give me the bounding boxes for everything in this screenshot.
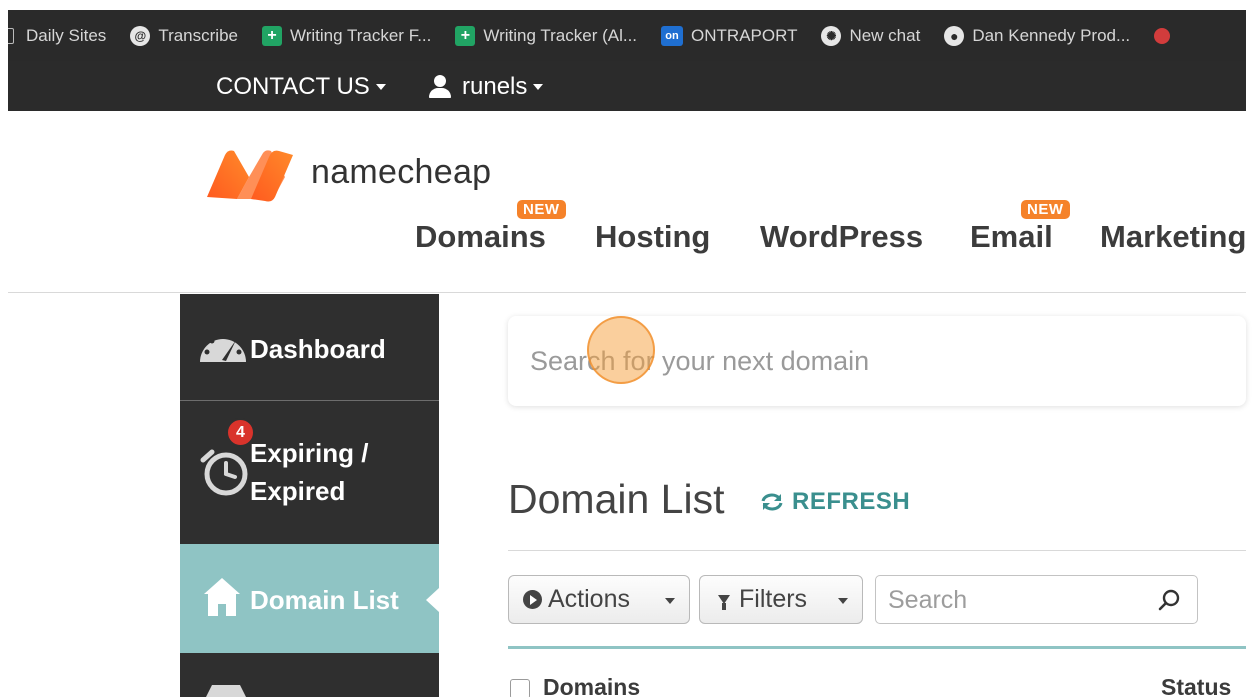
user-label: runels [462,73,528,100]
bookmark-label: Writing Tracker F... [289,25,432,45]
sidebar-item-label: Expired [250,476,346,506]
sidebar-item-label: Expiring / [250,438,369,468]
bookmark-label: ONTRAPORT [691,25,798,45]
bookmark-new-chat[interactable]: ✺ New chat [821,25,921,46]
google-sheets-icon: + [455,25,476,46]
namecheap-logo[interactable]: namecheap [203,147,491,203]
bookmark-label: Writing Tracker (Al... [483,25,638,45]
sidebar: Dashboard 4 Expiring / Expired Domain Li… [180,294,439,697]
site-icon [1154,27,1171,44]
ontraport-icon: on [661,25,684,46]
refresh-label: REFRESH [792,488,911,515]
bookmark-label: Daily Sites [26,25,107,45]
user-icon [428,75,452,99]
table-search-input[interactable] [888,584,1148,616]
bookmark-daily-sites[interactable]: Daily Sites [4,26,106,46]
search-icon[interactable] [1157,588,1181,612]
refresh-icon [761,493,783,511]
select-all-checkbox[interactable] [510,679,530,697]
nav-marketing[interactable]: Marketing [1100,219,1246,255]
dashboard-gauge-icon [200,333,246,362]
account-nav: CONTACT US runels [8,61,1246,111]
sidebar-item-label: Domain List [250,585,399,615]
column-header-status[interactable]: Status [1161,674,1231,697]
nav-wordpress[interactable]: WordPress [760,219,923,255]
google-sheets-icon: + [261,25,282,46]
caret-down-icon [838,598,848,604]
bookmarks-bar: Daily Sites @ Transcribe + Writing Track… [0,10,1246,61]
bookmark-transcribe[interactable]: @ Transcribe [130,25,238,46]
bookmark-writing-tracker-al[interactable]: + Writing Tracker (Al... [455,25,638,46]
globe-icon: ● [944,25,965,46]
click-indicator [587,316,655,384]
sidebar-item-label: Dashboard [250,334,386,364]
bookmark-label: Dan Kennedy Prod... [972,25,1131,45]
contact-us-label: CONTACT US [216,73,370,100]
new-badge: NEW [517,200,566,219]
home-icon [204,578,240,616]
refresh-button[interactable]: REFRESH [760,488,910,516]
divider [508,550,1246,551]
contact-us-menu[interactable]: CONTACT US [216,73,386,101]
new-badge: NEW [1021,200,1070,219]
screen: Daily Sites @ Transcribe + Writing Track… [0,0,1252,697]
logo-text: namecheap [311,152,492,191]
sidebar-item-next[interactable] [180,653,439,697]
page-title: Domain List [508,476,725,522]
stopwatch-icon [200,449,248,496]
frame-left [0,10,8,697]
actions-dropdown[interactable]: Actions [508,575,690,624]
filters-label: Filters [739,585,808,613]
bookmark-overflow[interactable] [1154,27,1178,44]
server-icon [206,685,246,697]
sidebar-item-expiring[interactable]: 4 Expiring / Expired [180,402,439,544]
sidebar-item-dashboard[interactable]: Dashboard [180,294,439,401]
caret-down-icon [375,84,386,90]
user-menu[interactable]: runels [428,73,544,101]
nav-hosting[interactable]: Hosting [595,219,710,255]
caret-down-icon [665,598,675,604]
bookmark-label: Transcribe [158,25,238,45]
nav-domains[interactable]: Domains [415,219,546,255]
bookmark-label: New chat [849,25,921,45]
transcribe-icon: @ [130,25,151,46]
filter-icon [718,595,730,610]
site-header: namecheap NEW NEW Domains Hosting WordPr… [8,111,1246,293]
namecheap-logo-icon [207,150,293,202]
active-pointer-icon [426,588,439,612]
table-search-box [875,575,1198,624]
play-circle-icon [523,590,542,609]
column-header-domains[interactable]: Domains [543,674,640,697]
frame-top [0,0,1252,10]
table-header-rule [508,646,1246,649]
bookmark-writing-tracker-f[interactable]: + Writing Tracker F... [261,25,432,46]
bookmark-ontraport[interactable]: on ONTRAPORT [661,25,798,46]
bookmark-dan-kennedy[interactable]: ● Dan Kennedy Prod... [944,25,1131,46]
openai-icon: ✺ [821,25,842,46]
filters-dropdown[interactable]: Filters [699,575,863,624]
sidebar-item-domain-list[interactable]: Domain List [180,544,439,653]
actions-label: Actions [548,585,630,613]
caret-down-icon [533,84,544,90]
nav-email[interactable]: Email [970,219,1053,255]
